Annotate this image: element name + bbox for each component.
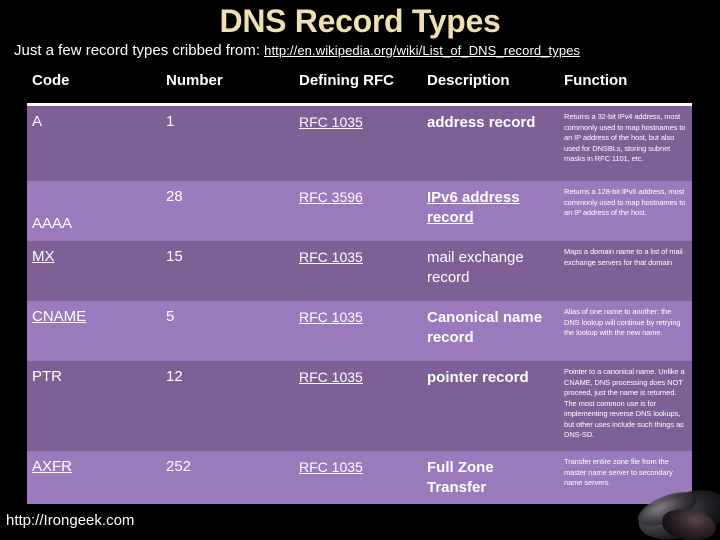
cell-function: Returns a 32-bit IPv4 address, most comm… xyxy=(564,112,686,163)
cell-code[interactable]: AXFR xyxy=(32,458,162,475)
wikipedia-source-link[interactable]: http://en.wikipedia.org/wiki/List_of_DNS… xyxy=(264,43,580,58)
cell-number: 28 xyxy=(166,188,183,205)
cell-number: 15 xyxy=(166,248,183,265)
cell-rfc-link[interactable]: RFC 1035 xyxy=(299,309,424,325)
cell-code: A xyxy=(32,113,43,130)
corner-art-shape-secondary xyxy=(660,506,718,540)
cell-rfc-link[interactable]: RFC 3596 xyxy=(299,189,424,205)
cell-function: Transfer entire zone file from the maste… xyxy=(564,457,673,487)
table-row: CNAME 5 RFC 1035 Canonical name record A… xyxy=(27,301,692,361)
column-header-number: Number xyxy=(166,72,223,89)
cell-number: 1 xyxy=(166,113,175,130)
cell-rfc-link[interactable]: RFC 1035 xyxy=(299,459,424,475)
table-row: AXFR 252 RFC 1035 Full Zone Transfer Tra… xyxy=(27,451,692,504)
cell-function: Alias of one name to another: the DNS lo… xyxy=(564,307,681,337)
cell-description: Canonical name record xyxy=(427,309,543,346)
cell-description: pointer record xyxy=(427,369,529,386)
dns-record-types-table: Code Number Defining RFC Description Fun… xyxy=(27,72,692,504)
cell-function: Maps a domain name to a list of mail exc… xyxy=(564,247,683,267)
subtitle: Just a few record types cribbed from: ht… xyxy=(14,41,714,61)
cell-function: Returns a 128-bit IPv6 address, most com… xyxy=(564,187,686,217)
column-header-function: Function xyxy=(564,72,628,89)
cell-rfc-link[interactable]: RFC 1035 xyxy=(299,114,424,130)
cell-description: Full Zone Transfer xyxy=(427,459,494,496)
column-header-code: Code xyxy=(32,72,70,89)
cell-number: 252 xyxy=(166,458,192,475)
cell-function: Pointer to a canonical name. Unlike a CN… xyxy=(564,367,685,439)
subtitle-text: Just a few record types cribbed from: xyxy=(14,42,260,59)
cell-rfc-link[interactable]: RFC 1035 xyxy=(299,369,424,385)
cell-description: mail exchange record xyxy=(427,249,524,286)
cell-number: 5 xyxy=(166,308,175,325)
page-title: DNS Record Types xyxy=(219,3,501,39)
table-row: PTR 12 RFC 1035 pointer record Pointer t… xyxy=(27,361,692,451)
table-row: A 1 RFC 1035 address record Returns a 32… xyxy=(27,106,692,181)
cell-code[interactable]: CNAME xyxy=(32,308,162,325)
table-header-row: Code Number Defining RFC Description Fun… xyxy=(27,72,692,103)
cell-number: 12 xyxy=(166,368,183,385)
cell-rfc-link[interactable]: RFC 1035 xyxy=(299,249,424,265)
column-header-defining-rfc: Defining RFC xyxy=(299,72,394,89)
cell-description: address record xyxy=(427,114,536,131)
cell-code: PTR xyxy=(32,368,62,385)
cell-description: IPv6 address record xyxy=(427,189,520,226)
footer-site-url[interactable]: http://Irongeek.com xyxy=(6,512,134,529)
table-row: MX 15 RFC 1035 mail exchange record Maps… xyxy=(27,241,692,301)
cell-code: AAAA xyxy=(32,215,73,232)
column-header-description: Description xyxy=(427,72,510,89)
table-row: AAAA 28 RFC 3596 IPv6 address record Ret… xyxy=(27,181,692,241)
cell-code[interactable]: MX xyxy=(32,248,162,265)
